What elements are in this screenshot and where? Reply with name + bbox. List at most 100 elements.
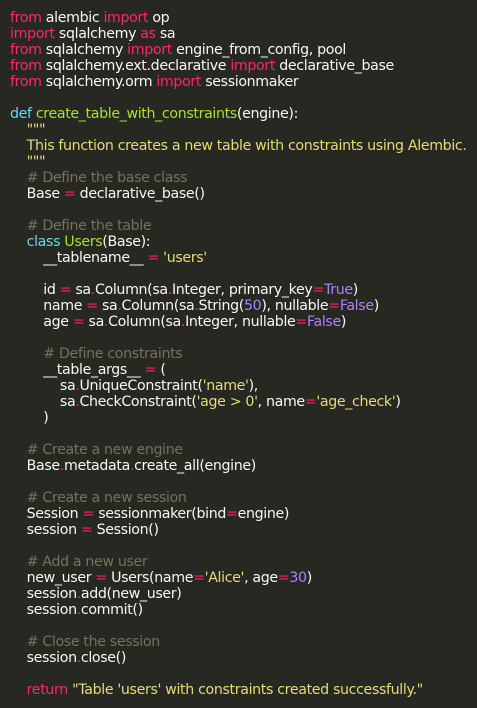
code-token-keyword: = (63, 186, 76, 202)
code-token-string: 'users' (163, 250, 207, 266)
code-token-keyword: = (328, 298, 340, 314)
code-token-plain: sa (97, 298, 118, 314)
code-token-plain: Integer, primary_key (171, 282, 313, 298)
code-token-number: 50 (243, 298, 262, 314)
code-token-string: """ (26, 122, 46, 138)
code-line: from sqlalchemy.orm import sessionmaker (10, 74, 477, 90)
code-token-string: """ (26, 154, 46, 170)
code-line: Base = declarative_base() (10, 186, 477, 202)
code-token-string: 'age_check' (316, 394, 396, 410)
code-token-plain: Users(name (106, 570, 194, 586)
code-token-keyword: = (82, 506, 95, 522)
code-line: age = sa.Column(sa.Integer, nullable=Fal… (10, 314, 477, 330)
code-line: # Close the session (10, 634, 477, 650)
code-token-keyword: import (127, 42, 172, 58)
code-token-plain: , name (257, 394, 306, 410)
code-line: from alembic import op (10, 10, 477, 26)
code-token-plain: Column(sa (108, 314, 181, 330)
code-line: from sqlalchemy import engine_from_confi… (10, 42, 477, 58)
code-token-const: False (339, 298, 374, 314)
code-token-plain: Column(sa (121, 298, 195, 314)
code-token-plain: declarative_base (275, 58, 394, 74)
code-editor[interactable]: from alembic import op import sqlalchemy … (10, 10, 477, 698)
code-token-plain: declarative_base() (75, 186, 205, 202)
code-token-plain: __tablename__ (10, 250, 148, 266)
code-token-number: 30 (289, 570, 307, 586)
code-token-keyword: = (193, 570, 205, 586)
code-line: new_user = Users(name='Alice', age=30) (10, 570, 477, 586)
code-token-keyword: = (295, 314, 307, 330)
code-token-keyword: from (10, 10, 42, 26)
code-token-plain: session (10, 602, 77, 618)
code-line: def create_table_with_constraints(engine… (10, 106, 477, 122)
code-token-plain: add(new_user) (80, 586, 182, 602)
code-token-plain: Column(sa (94, 282, 168, 298)
code-token-keyword: = (80, 522, 93, 538)
code-token-plain: ) (306, 570, 313, 586)
code-token-plain: UniqueConstraint( (79, 378, 203, 394)
code-line: return "Table 'users' with constraints c… (10, 682, 477, 698)
code-token-keyword: import (103, 10, 149, 26)
code-token-plain: sa (84, 314, 105, 330)
code-token-plain: ) (395, 394, 401, 410)
code-token-plain: ) (373, 298, 380, 314)
code-token-keyword: = (95, 570, 107, 586)
code-token-plain: name (10, 298, 87, 314)
code-token-keyword: import (10, 26, 55, 42)
code-token-keyword: import (230, 58, 276, 74)
code-token-plain: engine) (237, 506, 290, 522)
code-token-keyword: = (312, 282, 324, 298)
code-token-plain: , age (244, 570, 278, 586)
code-token-string: 'Alice' (204, 570, 245, 586)
code-token-plain: sessionmaker(bind (94, 506, 227, 522)
code-token-plain: ), nullable (261, 298, 329, 314)
code-token-comment: # Define the base class (26, 170, 188, 186)
code-token-keyword: import (156, 74, 202, 90)
code-token-keyword: from (10, 74, 42, 90)
code-line: # Define the table (10, 218, 477, 234)
code-token-plain: engine_from_config, pool (171, 42, 347, 58)
code-line: from sqlalchemy.ext.declarative import d… (10, 58, 477, 74)
code-line: __tablename__ = 'users' (10, 250, 477, 266)
code-line: # Add a new user (10, 554, 477, 570)
code-token-plain: op (148, 10, 170, 26)
code-line: """ (10, 154, 477, 170)
code-line: session.add(new_user) (10, 586, 477, 602)
code-token-comment: # Add a new user (26, 554, 148, 570)
code-token-keyword: = (144, 362, 157, 378)
code-line: class Users(Base): (10, 234, 477, 250)
code-token-plain: new_user (10, 570, 96, 586)
code-line: This function creates a new table with c… (10, 138, 477, 154)
code-token-plain: sa (10, 378, 76, 394)
code-token-keyword: = (147, 250, 159, 266)
code-token-fname: Users (64, 234, 103, 250)
code-token-string: "Table 'users' with constraints created … (72, 682, 423, 698)
code-token-plain: ( (156, 362, 166, 378)
code-token-keyword: = (304, 394, 317, 410)
code-lines: from alembic import op import sqlalchemy … (10, 10, 477, 698)
code-line: name = sa.Column(sa.String(50), nullable… (10, 298, 477, 314)
code-token-comment: # Create a new session (26, 490, 187, 506)
code-token-keyword: = (277, 570, 290, 586)
code-line: ) (10, 410, 477, 426)
code-line: sa.UniqueConstraint('name'), (10, 378, 477, 394)
code-token-comment: # Close the session (26, 634, 161, 650)
code-line: """ (10, 122, 477, 138)
code-token-plain: sa (71, 282, 91, 298)
code-line: session.commit() (10, 602, 477, 618)
code-line: Session = sessionmaker(bind=engine) (10, 506, 477, 522)
code-token-plain: (engine): (236, 106, 298, 122)
code-token-def: class (26, 234, 61, 250)
code-token-plain: sqlalchemy.ext.declarative (41, 58, 231, 74)
